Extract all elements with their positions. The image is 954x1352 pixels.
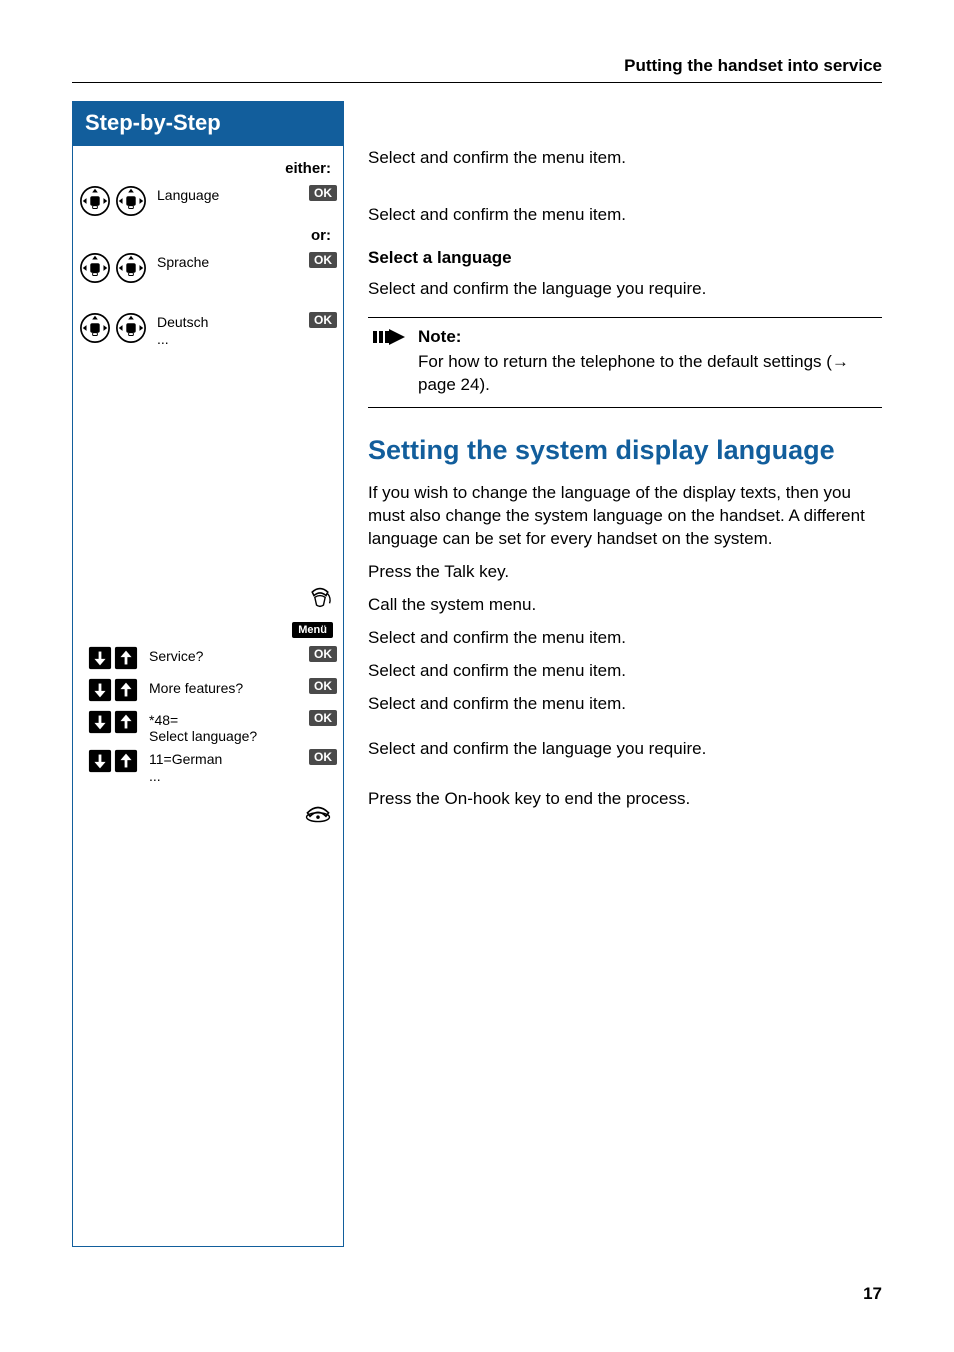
down-arrow-icon <box>88 678 112 702</box>
paragraph-text: If you wish to change the language of th… <box>368 482 882 551</box>
either-label: either: <box>79 156 337 183</box>
step-label: Sprache <box>155 250 295 271</box>
ok-button[interactable]: OK <box>309 710 337 726</box>
instruction-text: Select and confirm the language you requ… <box>368 738 882 761</box>
instruction-text: Select and confirm the menu item. <box>368 627 882 650</box>
up-arrow-icon <box>114 646 138 670</box>
ok-button[interactable]: OK <box>309 185 337 201</box>
up-arrow-icon <box>114 678 138 702</box>
nav-disc-icon <box>79 312 111 344</box>
step-label: More features? <box>147 676 295 697</box>
step-label: *48= Select language? <box>147 708 295 746</box>
instruction-text: Select and confirm the menu item. <box>368 660 882 683</box>
down-arrow-icon <box>88 749 112 773</box>
page-number: 17 <box>863 1284 882 1304</box>
step-service: Service? OK <box>79 644 337 674</box>
step-label: Language <box>155 183 295 204</box>
note-body: For how to return the telephone to the d… <box>418 351 878 397</box>
nav-disc-icon <box>79 185 111 217</box>
main-content: Select and confirm the menu item. Select… <box>368 101 882 1247</box>
note-title: Note: <box>418 326 878 349</box>
sidebar-title: Step-by-Step <box>73 102 343 146</box>
page-header: Putting the handset into service <box>72 56 882 83</box>
ok-button[interactable]: OK <box>309 646 337 662</box>
instruction-text: Press the Talk key. <box>368 561 882 584</box>
step-label: Service? <box>147 644 295 665</box>
nav-disc-icon <box>115 312 147 344</box>
instruction-text: Select and confirm the language you requ… <box>368 278 882 301</box>
ok-button[interactable]: OK <box>309 749 337 765</box>
step-more-features: More features? OK <box>79 676 337 706</box>
instruction-text: Call the system menu. <box>368 594 882 617</box>
step-deutsch: Deutsch ... OK <box>79 310 337 348</box>
ok-button[interactable]: OK <box>309 678 337 694</box>
section-heading: Setting the system display language <box>368 432 882 468</box>
or-label: or: <box>79 223 337 250</box>
nav-disc-icon <box>79 252 111 284</box>
instruction-text: Select and confirm the menu item. <box>368 204 882 227</box>
step-label: 11=German ... <box>147 747 295 785</box>
instruction-text: Press the On-hook key to end the process… <box>368 788 882 811</box>
step-label: Deutsch ... <box>155 310 295 348</box>
up-arrow-icon <box>114 710 138 734</box>
nav-disc-icon <box>115 252 147 284</box>
step-48-select-language: *48= Select language? OK <box>79 708 337 746</box>
menu-button[interactable]: Menü <box>292 622 333 638</box>
instruction-text: Select and confirm the menu item. <box>368 693 882 716</box>
up-arrow-icon <box>114 749 138 773</box>
on-hook-key-icon <box>303 799 333 823</box>
ok-button[interactable]: OK <box>309 312 337 328</box>
step-sprache: Sprache OK <box>79 250 337 284</box>
step-by-step-panel: Step-by-Step either: Language OK or: <box>72 101 344 1247</box>
talk-key-icon <box>307 586 333 612</box>
note-pointer-icon <box>372 326 406 397</box>
down-arrow-icon <box>88 646 112 670</box>
select-language-heading: Select a language <box>368 247 882 270</box>
down-arrow-icon <box>88 710 112 734</box>
note-box: Note: For how to return the telephone to… <box>368 317 882 408</box>
nav-disc-icon <box>115 185 147 217</box>
step-language: Language OK <box>79 183 337 217</box>
instruction-text: Select and confirm the menu item. <box>368 147 882 170</box>
step-11-german: 11=German ... OK <box>79 747 337 785</box>
ok-button[interactable]: OK <box>309 252 337 268</box>
